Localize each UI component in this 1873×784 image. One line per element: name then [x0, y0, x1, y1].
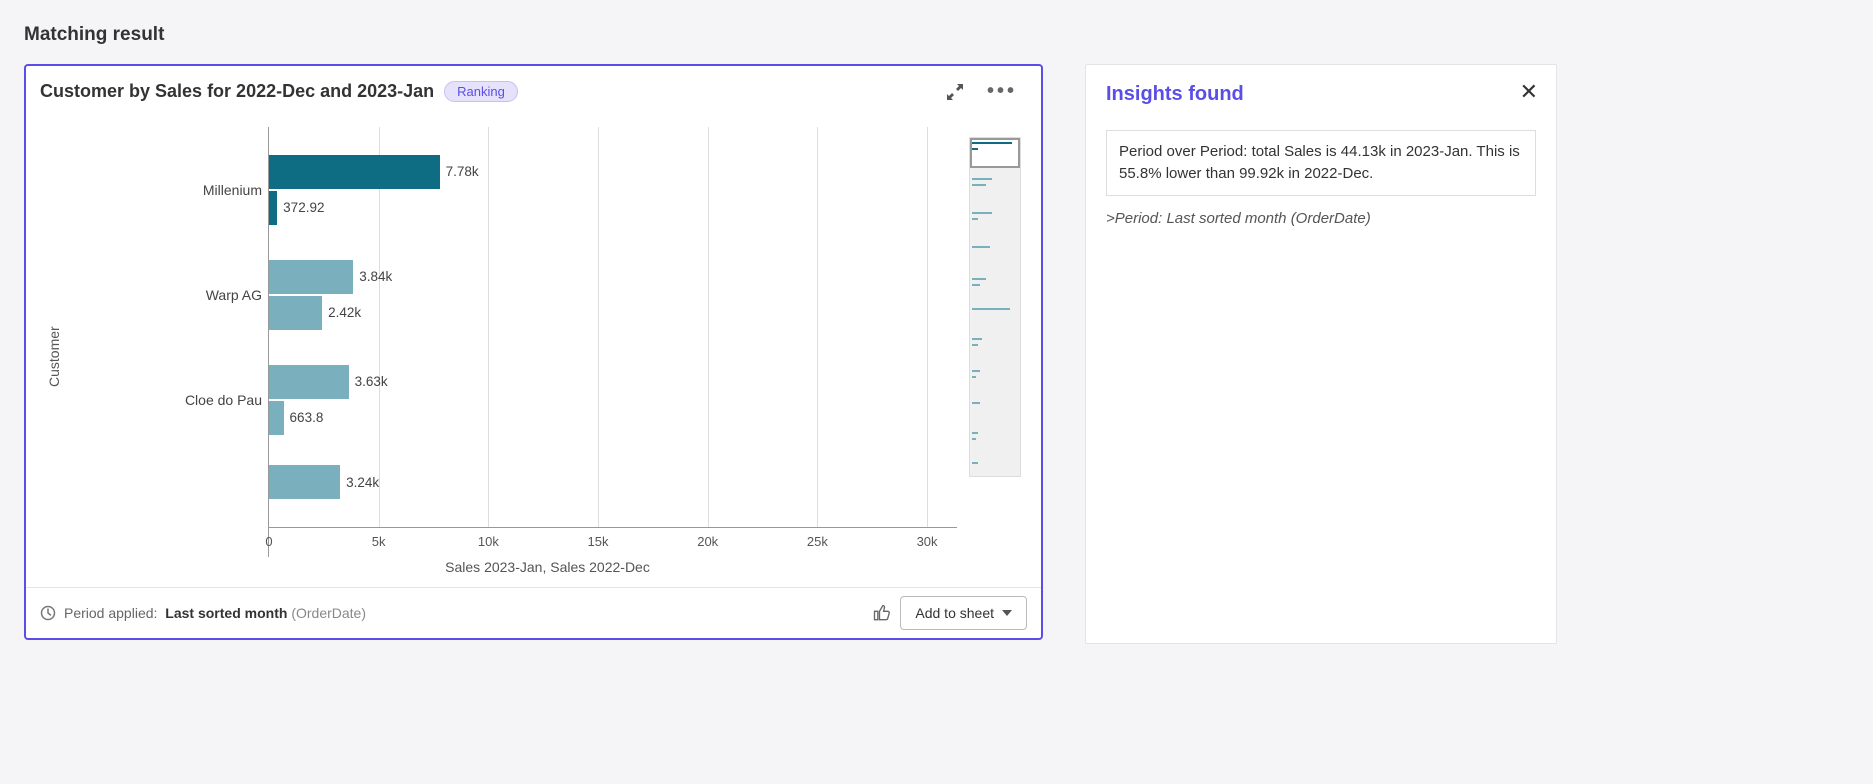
card-header: Customer by Sales for 2022-Dec and 2023-…: [26, 66, 1041, 107]
bar-value-label: 663.8: [290, 410, 324, 425]
chart-bar[interactable]: [269, 296, 322, 330]
bar-value-label: 3.84k: [359, 269, 392, 284]
chart-bar[interactable]: [269, 260, 353, 294]
more-icon[interactable]: •••: [987, 80, 1017, 103]
matching-result-card: Customer by Sales for 2022-Dec and 2023-…: [24, 64, 1043, 640]
bar-value-label: 372.92: [283, 200, 324, 215]
chart-bar[interactable]: [269, 401, 284, 435]
period-applied-label: Period applied: Last sorted month (Order…: [64, 605, 366, 621]
x-tick-label: 10k: [478, 534, 499, 549]
chart-bar[interactable]: [269, 365, 349, 399]
bar-value-label: 3.24k: [346, 475, 379, 490]
insight-text: Period over Period: total Sales is 44.13…: [1106, 130, 1536, 196]
bar-value-label: 2.42k: [328, 305, 361, 320]
bar-group[interactable]: 7.78k 372.92: [269, 137, 1027, 242]
y-tick-labels: MilleniumWarp AGCloe do Pau: [68, 127, 268, 557]
insights-panel: Insights found ✕ Period over Period: tot…: [1085, 64, 1557, 644]
x-tick-label: 25k: [807, 534, 828, 549]
y-tick-label: Millenium: [68, 137, 268, 242]
x-tick-label: 20k: [697, 534, 718, 549]
y-tick-label: Cloe do Pau: [68, 347, 268, 452]
card-title: Customer by Sales for 2022-Dec and 2023-…: [40, 81, 434, 102]
expand-icon[interactable]: [945, 82, 965, 102]
add-to-sheet-button[interactable]: Add to sheet: [900, 596, 1027, 630]
bar-group[interactable]: 3.63k 663.8: [269, 347, 1027, 452]
insights-title: Insights found: [1106, 83, 1536, 106]
bar-group[interactable]: 3.84k 2.42k: [269, 242, 1027, 347]
close-icon[interactable]: ✕: [1520, 79, 1538, 105]
chart-plot[interactable]: 7.78k 372.92 3.84k 2.42k 3.63k 663.8 3.24k 0 5k…: [268, 127, 1027, 557]
thumbs-icon[interactable]: [872, 603, 892, 623]
chevron-down-icon: [1002, 610, 1012, 616]
chart-area[interactable]: Customer MilleniumWarp AGCloe do Pau 7.7…: [26, 107, 1041, 587]
y-tick-label: Warp AG: [68, 242, 268, 347]
x-tick-label: 15k: [588, 534, 609, 549]
section-title: Matching result: [24, 24, 1849, 46]
chart-bar[interactable]: [269, 465, 340, 499]
x-tick-label: 30k: [917, 534, 938, 549]
x-tick-label: 5k: [372, 534, 386, 549]
chart-minimap[interactable]: [969, 137, 1021, 477]
bar-value-label: 7.78k: [446, 164, 479, 179]
card-footer: Period applied: Last sorted month (Order…: [26, 587, 1041, 638]
bar-value-label: 3.63k: [355, 374, 388, 389]
x-axis: 05k10k15k20k25k30k: [269, 527, 957, 557]
x-axis-title: Sales 2023-Jan, Sales 2022-Dec: [68, 557, 1027, 589]
x-tick-label: 0: [265, 534, 272, 549]
add-to-sheet-label: Add to sheet: [915, 605, 994, 621]
clock-icon: [40, 605, 56, 621]
chart-bar[interactable]: [269, 191, 277, 225]
y-tick-label: [68, 452, 268, 557]
y-axis-title: Customer: [40, 127, 68, 587]
bar-group[interactable]: 3.24k: [269, 452, 1027, 512]
ranking-badge: Ranking: [444, 81, 518, 102]
insight-period-meta: >Period: Last sorted month (OrderDate): [1106, 210, 1536, 227]
chart-bar[interactable]: [269, 155, 440, 189]
